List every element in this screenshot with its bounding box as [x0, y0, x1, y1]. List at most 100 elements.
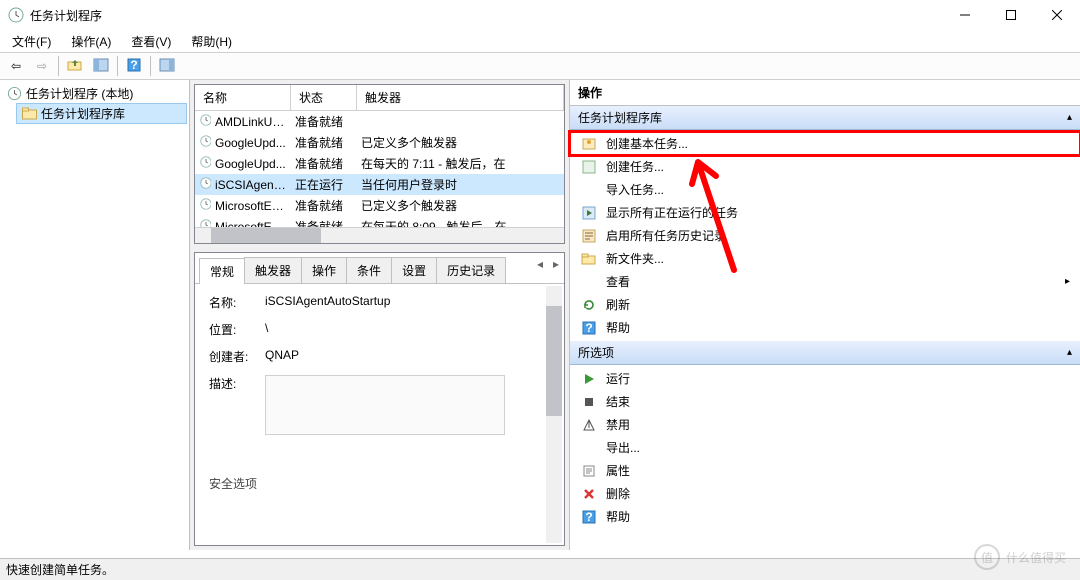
- task-status: 准备就绪: [291, 153, 357, 174]
- watermark: 值 什么值得买: [974, 544, 1066, 570]
- field-name-value: iSCSIAgentAutoStartup: [265, 294, 550, 308]
- task-row[interactable]: MicrosoftEd... 准备就绪 在每天的 8:09 - 触发后，在: [195, 216, 564, 227]
- action-properties[interactable]: 属性: [570, 459, 1080, 482]
- col-name[interactable]: 名称: [195, 85, 291, 110]
- task-name: iSCSIAgent...: [211, 176, 291, 194]
- tab-2[interactable]: 操作: [301, 257, 347, 283]
- action-label: 显示所有正在运行的任务: [606, 204, 738, 221]
- field-description-box[interactable]: [265, 375, 505, 435]
- task-icon: [195, 174, 211, 195]
- app-icon: [8, 7, 24, 23]
- show-hide-action-button[interactable]: [155, 55, 179, 77]
- action-enable_history[interactable]: 启用所有任务历史记录: [570, 224, 1080, 247]
- maximize-button[interactable]: [988, 0, 1034, 30]
- scroll-thumb[interactable]: [546, 306, 562, 416]
- task-status: 准备就绪: [291, 195, 357, 216]
- toolbar: ⇦ ⇨ ?: [0, 52, 1080, 80]
- play-icon: [580, 371, 598, 387]
- tree-root[interactable]: 任务计划程序 (本地): [2, 84, 187, 103]
- menu-help[interactable]: 帮助(H): [185, 31, 238, 52]
- tab-3[interactable]: 条件: [346, 257, 392, 283]
- library-actions: 创建基本任务...创建任务...导入任务... 显示所有正在运行的任务启用所有任务…: [570, 130, 1080, 341]
- back-button[interactable]: ⇦: [4, 55, 28, 77]
- folder-icon: [580, 251, 598, 267]
- blank-icon: [580, 274, 598, 290]
- wizard-icon: [580, 136, 598, 152]
- task-name: GoogleUpd...: [211, 134, 291, 152]
- action-import[interactable]: 导入任务...: [570, 178, 1080, 201]
- forward-button[interactable]: ⇨: [30, 55, 54, 77]
- task-list-panel: 名称 状态 触发器 AMDLinkUp... 准备就绪 GoogleUpd...…: [194, 84, 565, 244]
- tree-library[interactable]: 任务计划程序库: [16, 103, 187, 124]
- refresh-icon: [580, 297, 598, 313]
- svg-text:?: ?: [585, 321, 592, 335]
- task-name: AMDLinkUp...: [211, 113, 291, 131]
- action-run[interactable]: 运行: [570, 367, 1080, 390]
- col-trigger[interactable]: 触发器: [357, 85, 564, 110]
- tab-4[interactable]: 设置: [391, 257, 437, 283]
- action-label: 启用所有任务历史记录: [606, 227, 726, 244]
- minimize-button[interactable]: [942, 0, 988, 30]
- help-button[interactable]: ?: [122, 55, 146, 77]
- menu-bar: 文件(F) 操作(A) 查看(V) 帮助(H): [0, 30, 1080, 52]
- menu-view[interactable]: 查看(V): [125, 31, 177, 52]
- svg-text:?: ?: [585, 510, 592, 524]
- menu-file[interactable]: 文件(F): [6, 31, 57, 52]
- action-label: 禁用: [606, 416, 630, 433]
- menu-action[interactable]: 操作(A): [65, 31, 117, 52]
- tab-bar: 常规触发器操作条件设置历史记录 ◂ ▸: [195, 253, 564, 284]
- action-create_task[interactable]: 创建任务...: [570, 155, 1080, 178]
- scroll-thumb[interactable]: [211, 228, 321, 243]
- section-selected-header[interactable]: 所选项 ▴: [570, 341, 1080, 365]
- tab-0[interactable]: 常规: [199, 258, 245, 284]
- field-author-label: 创建者:: [209, 348, 265, 365]
- up-button[interactable]: [63, 55, 87, 77]
- h-scrollbar[interactable]: [195, 227, 564, 243]
- task-row[interactable]: AMDLinkUp... 准备就绪: [195, 111, 564, 132]
- action-label: 新文件夹...: [606, 250, 664, 267]
- folder-up-icon: [67, 58, 83, 75]
- action-label: 帮助: [606, 508, 630, 525]
- action-end[interactable]: 结束: [570, 390, 1080, 413]
- action-delete[interactable]: 删除: [570, 482, 1080, 505]
- action-export[interactable]: 导出...: [570, 436, 1080, 459]
- task-row[interactable]: GoogleUpd... 准备就绪 已定义多个触发器: [195, 132, 564, 153]
- task-icon: [195, 132, 211, 153]
- action-create_basic[interactable]: 创建基本任务...: [570, 132, 1080, 155]
- field-location-value: \: [265, 321, 550, 335]
- action-label: 运行: [606, 370, 630, 387]
- actions-pane: 操作 任务计划程序库 ▴ 创建基本任务...创建任务...导入任务...显示所有…: [570, 80, 1080, 550]
- task-trigger: [357, 120, 564, 124]
- status-bar: 快速创建简单任务。: [0, 558, 1080, 580]
- show-hide-tree-button[interactable]: [89, 55, 113, 77]
- task-row[interactable]: iSCSIAgent... 正在运行 当任何用户登录时: [195, 174, 564, 195]
- v-scrollbar[interactable]: [546, 286, 562, 543]
- col-status[interactable]: 状态: [291, 85, 357, 110]
- task-row[interactable]: GoogleUpd... 准备就绪 在每天的 7:11 - 触发后，在: [195, 153, 564, 174]
- action-view[interactable]: 查看▸: [570, 270, 1080, 293]
- tree-pane: 任务计划程序 (本地) 任务计划程序库: [0, 80, 190, 550]
- tab-1[interactable]: 触发器: [244, 257, 302, 283]
- detail-body: 名称: iSCSIAgentAutoStartup 位置: \ 创建者: QNA…: [195, 284, 564, 545]
- task-icon: [195, 195, 211, 216]
- action-help[interactable]: ? 帮助: [570, 316, 1080, 339]
- action-new_folder[interactable]: 新文件夹...: [570, 247, 1080, 270]
- action-disable[interactable]: 禁用: [570, 413, 1080, 436]
- field-location-label: 位置:: [209, 321, 265, 338]
- action-label: 帮助: [606, 319, 630, 336]
- action-help2[interactable]: ? 帮助: [570, 505, 1080, 528]
- folder-icon: [21, 106, 37, 122]
- tab-scroll-left[interactable]: ◂: [532, 257, 548, 283]
- tab-scroll-right[interactable]: ▸: [548, 257, 564, 283]
- task-row[interactable]: MicrosoftEd... 准备就绪 已定义多个触发器: [195, 195, 564, 216]
- action-show_running[interactable]: 显示所有正在运行的任务: [570, 201, 1080, 224]
- back-arrow-icon: ⇦: [11, 59, 21, 73]
- action-refresh[interactable]: 刷新: [570, 293, 1080, 316]
- task-trigger: 已定义多个触发器: [357, 195, 564, 216]
- task-name: MicrosoftEd...: [211, 197, 291, 215]
- task-icon: [195, 111, 211, 132]
- close-button[interactable]: [1034, 0, 1080, 30]
- disable-icon: [580, 417, 598, 433]
- tab-5[interactable]: 历史记录: [436, 257, 506, 283]
- section-library-header[interactable]: 任务计划程序库 ▴: [570, 106, 1080, 130]
